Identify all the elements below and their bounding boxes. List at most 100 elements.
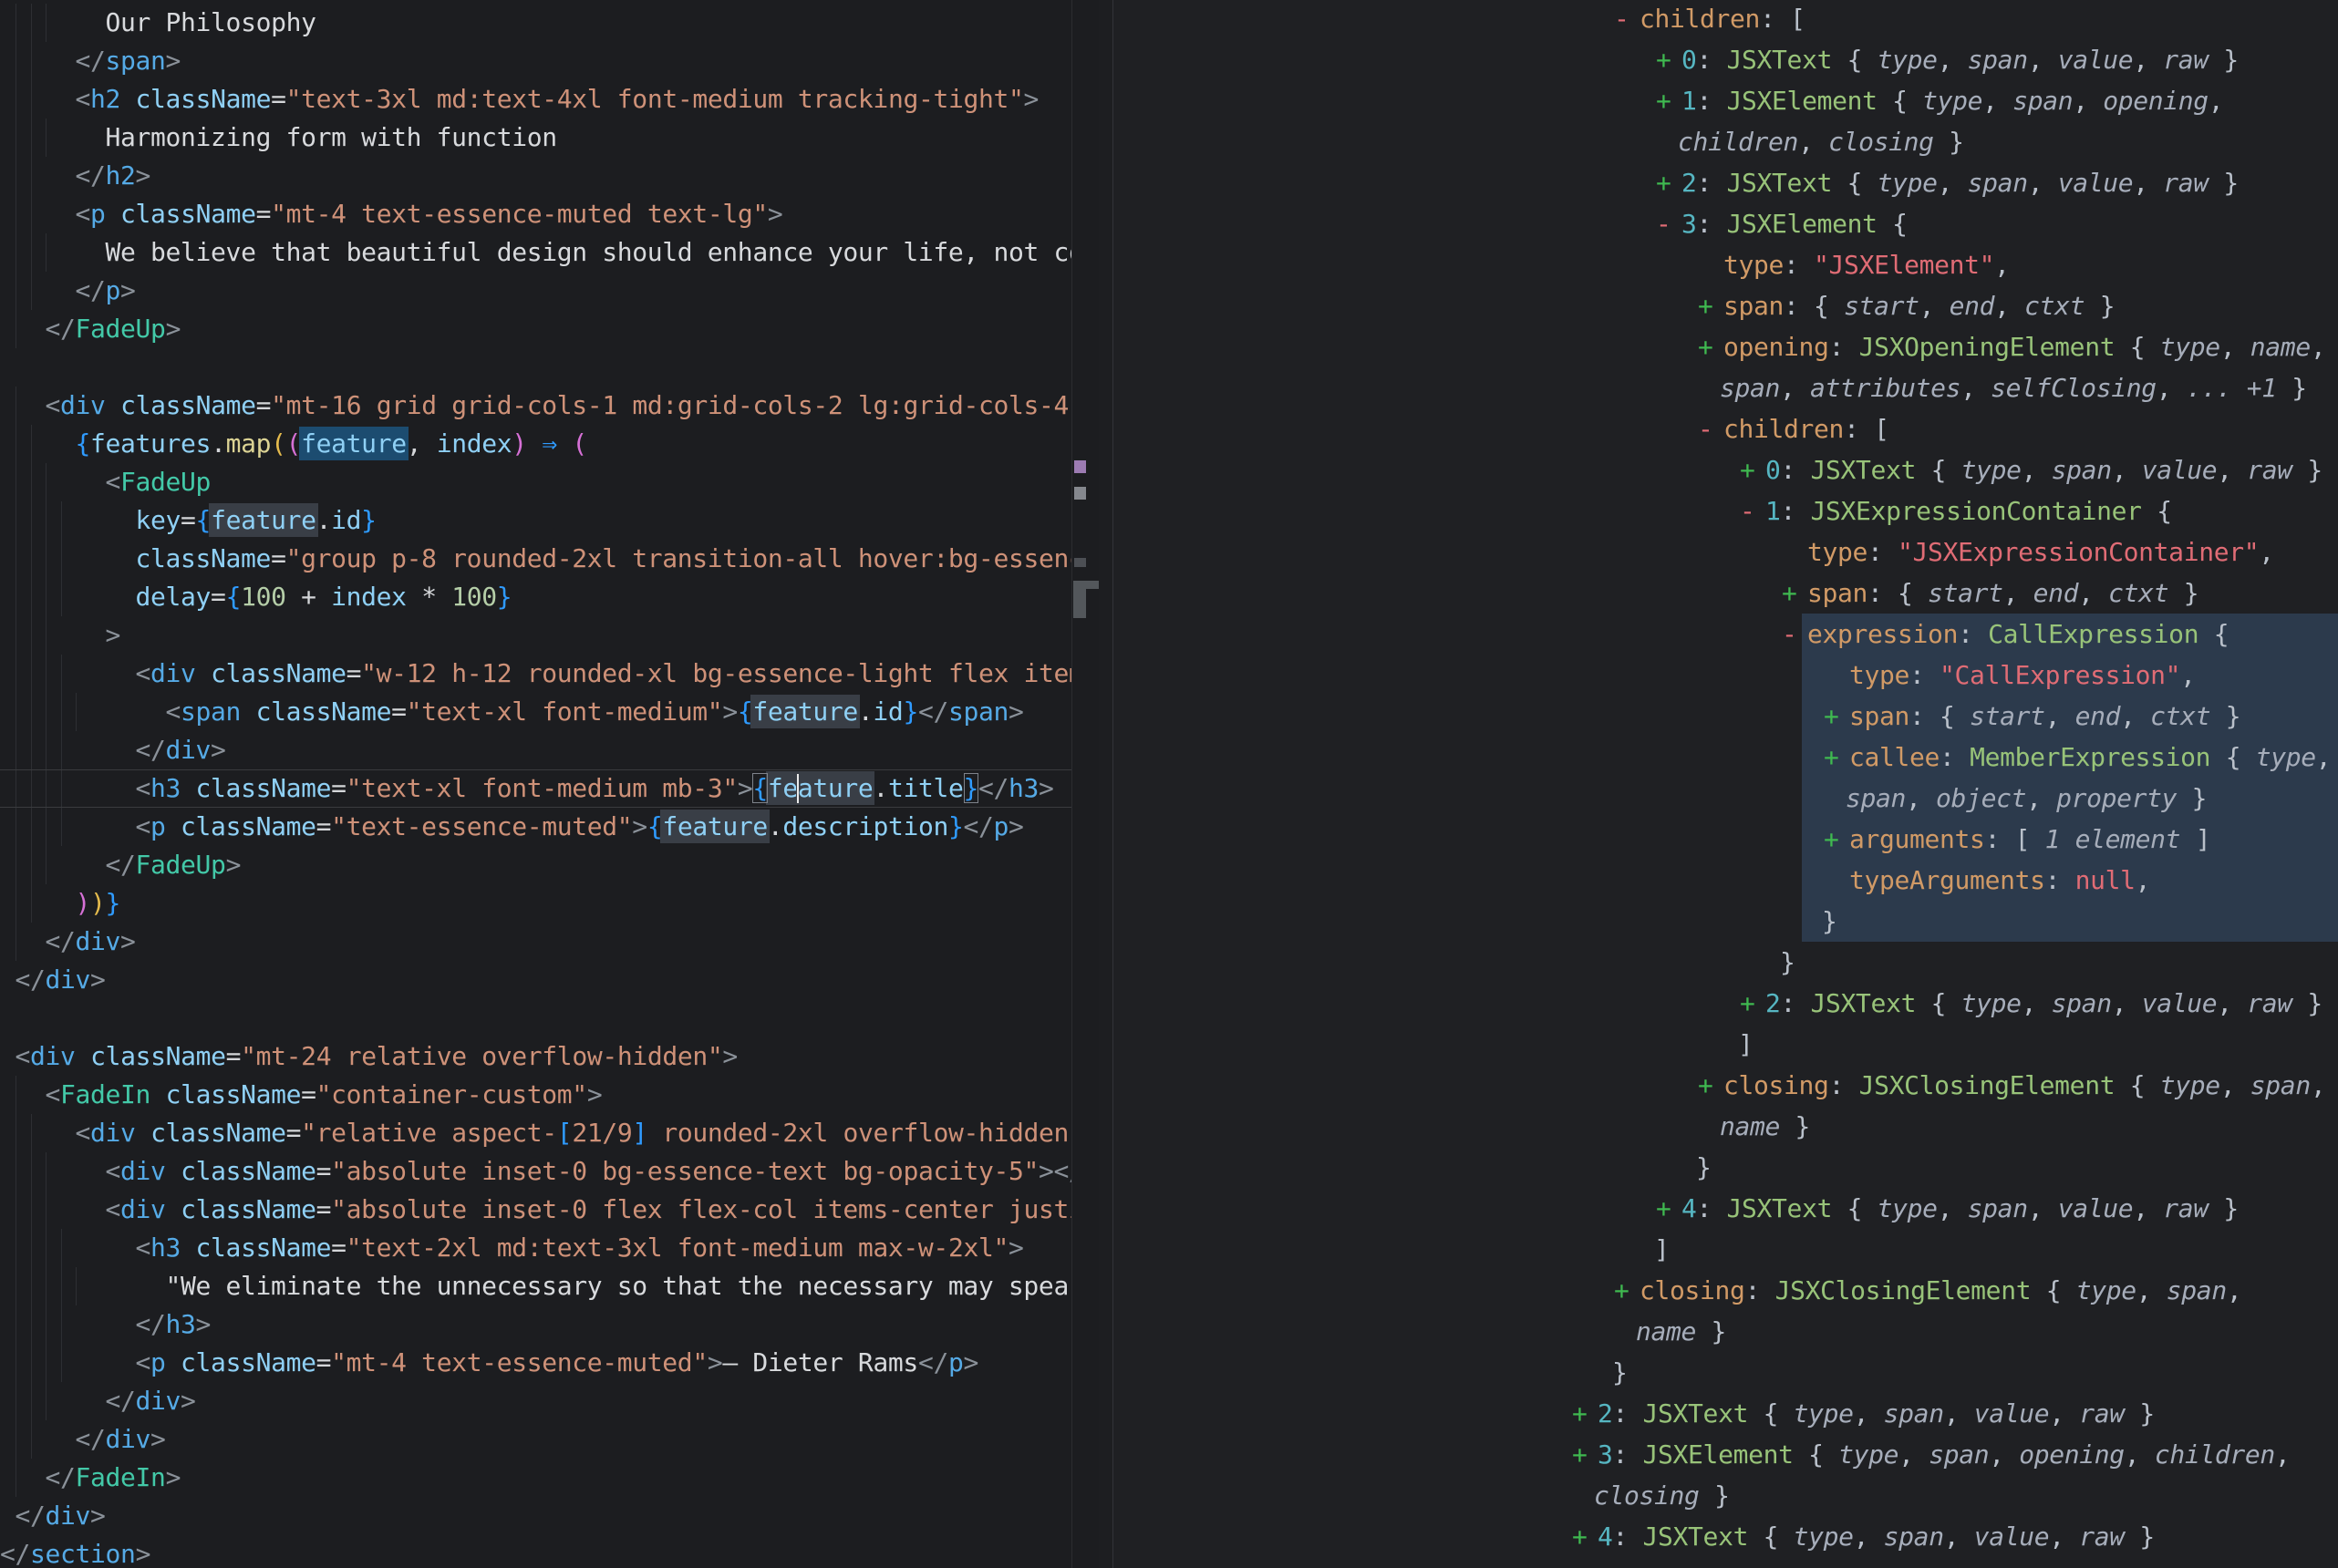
ast-row[interactable]: -1: JSXExpressionContainer {: [1113, 490, 2338, 531]
code-line[interactable]: <span className="text-xl font-medium">{f…: [0, 693, 1071, 731]
code-line[interactable]: </div>: [0, 923, 1071, 961]
ast-row[interactable]: name }: [1113, 1311, 2338, 1352]
code-line[interactable]: <p className="mt-4 text-essence-muted te…: [0, 195, 1071, 233]
ast-tree-panel[interactable]: -children: [+0: JSXText { type, span, va…: [1112, 0, 2338, 1568]
code-line[interactable]: <p className="text-essence-muted">{featu…: [0, 808, 1071, 846]
code-line[interactable]: delay={100 + index * 100}: [0, 578, 1071, 616]
expand-toggle-icon[interactable]: +: [1740, 983, 1765, 1024]
ast-row[interactable]: +0: JSXText { type, span, value, raw }: [1113, 449, 2338, 490]
collapse-toggle-icon[interactable]: -: [1698, 408, 1723, 449]
code-line[interactable]: <h3 className="text-2xl md:text-3xl font…: [0, 1229, 1071, 1267]
code-line[interactable]: "We eliminate the unnecessary so that th…: [0, 1267, 1071, 1305]
expand-toggle-icon[interactable]: +: [1782, 573, 1807, 614]
ast-row[interactable]: +2: JSXText { type, span, value, raw }: [1113, 162, 2338, 203]
code-line[interactable]: </FadeUp>: [0, 310, 1071, 348]
ast-row[interactable]: +1: JSXElement { type, span, opening,: [1113, 80, 2338, 121]
editor-overview-ruler[interactable]: [1071, 0, 1099, 1568]
expand-toggle-icon[interactable]: +: [1824, 737, 1849, 778]
expand-toggle-icon[interactable]: +: [1572, 1434, 1598, 1475]
ast-row[interactable]: }: [1113, 1147, 2338, 1188]
code-line[interactable]: <div className="mt-16 grid grid-cols-1 m…: [0, 387, 1071, 425]
ast-row[interactable]: children, closing }: [1113, 121, 2338, 162]
expand-toggle-icon[interactable]: +: [1656, 1188, 1681, 1229]
code-line[interactable]: </div>: [0, 731, 1071, 769]
code-line[interactable]: >: [0, 616, 1071, 655]
ast-row[interactable]: +arguments: [ 1 element ]: [1113, 819, 2338, 860]
code-line[interactable]: Harmonizing form with function: [0, 119, 1071, 157]
code-line[interactable]: className="group p-8 rounded-2xl transit…: [0, 540, 1071, 578]
expand-toggle-icon[interactable]: +: [1572, 1393, 1598, 1434]
code-line[interactable]: </div>: [0, 961, 1071, 999]
ast-row[interactable]: +span: { start, end, ctxt }: [1113, 285, 2338, 326]
ast-row[interactable]: ]: [1113, 1229, 2338, 1270]
ast-row[interactable]: -children: [: [1113, 0, 2338, 39]
expand-toggle-icon[interactable]: +: [1698, 326, 1723, 367]
expand-toggle-icon[interactable]: +: [1572, 1516, 1598, 1557]
code-line[interactable]: <h2 className="text-3xl md:text-4xl font…: [0, 80, 1071, 119]
collapse-toggle-icon[interactable]: -: [1614, 0, 1640, 39]
expand-toggle-icon[interactable]: +: [1656, 80, 1681, 121]
code-line[interactable]: key={feature.id}: [0, 501, 1071, 540]
ast-row[interactable]: +opening: JSXOpeningElement { type, name…: [1113, 326, 2338, 367]
ast-row[interactable]: +closing: JSXClosingElement { type, span…: [1113, 1065, 2338, 1106]
ast-row[interactable]: -children: [: [1113, 408, 2338, 449]
ast-row[interactable]: +4: JSXText { type, span, value, raw }: [1113, 1516, 2338, 1557]
ast-row[interactable]: -expression: CallExpression {: [1113, 614, 2338, 655]
ast-row[interactable]: ]: [1113, 1024, 2338, 1065]
ast-row[interactable]: }: [1113, 901, 2338, 942]
expand-toggle-icon[interactable]: +: [1698, 285, 1723, 326]
code-line[interactable]: <FadeUp: [0, 463, 1071, 501]
scrollbar-thumb[interactable]: [1073, 581, 1099, 589]
code-line[interactable]: <div className="absolute inset-0 flex fl…: [0, 1191, 1071, 1229]
code-line[interactable]: </span>: [0, 42, 1071, 80]
code-line[interactable]: <FadeIn className="container-custom">: [0, 1076, 1071, 1114]
ast-row[interactable]: }: [1113, 942, 2338, 983]
ast-row[interactable]: +closing: JSXClosingElement { type, span…: [1113, 1270, 2338, 1311]
ast-row[interactable]: +3: JSXElement { type, span, opening, ch…: [1113, 1434, 2338, 1475]
code-line[interactable]: <div className="absolute inset-0 bg-esse…: [0, 1152, 1071, 1191]
expand-toggle-icon[interactable]: +: [1740, 449, 1765, 490]
scrollbar-thumb[interactable]: [1073, 589, 1086, 618]
code-line[interactable]: <div className="relative aspect-[21/9] r…: [0, 1114, 1071, 1152]
expand-toggle-icon[interactable]: +: [1656, 162, 1681, 203]
ast-row[interactable]: +callee: MemberExpression { type,: [1113, 737, 2338, 778]
code-line[interactable]: </h2>: [0, 157, 1071, 195]
code-line[interactable]: </div>: [0, 1497, 1071, 1535]
ast-row[interactable]: +2: JSXText { type, span, value, raw }: [1113, 983, 2338, 1024]
code-line[interactable]: We believe that beautiful design should …: [0, 233, 1071, 272]
code-line[interactable]: ))}: [0, 884, 1071, 923]
ast-row[interactable]: span, object, property }: [1113, 778, 2338, 819]
code-line[interactable]: </FadeIn>: [0, 1459, 1071, 1497]
code-editor-panel[interactable]: Our Philosophy</span><h2 className="text…: [0, 0, 1099, 1568]
code-line[interactable]: <p className="mt-4 text-essence-muted">—…: [0, 1344, 1071, 1382]
collapse-toggle-icon[interactable]: -: [1656, 203, 1681, 244]
ast-row[interactable]: type: "JSXElement",: [1113, 244, 2338, 285]
code-line[interactable]: <h3 className="text-xl font-medium mb-3"…: [0, 769, 1071, 808]
code-line[interactable]: </div>: [0, 1420, 1071, 1459]
code-editor-content[interactable]: Our Philosophy</span><h2 className="text…: [0, 4, 1071, 1568]
ast-row[interactable]: +2: JSXText { type, span, value, raw }: [1113, 1393, 2338, 1434]
ast-row[interactable]: +span: { start, end, ctxt }: [1113, 573, 2338, 614]
expand-toggle-icon[interactable]: +: [1656, 39, 1681, 80]
collapse-toggle-icon[interactable]: -: [1782, 614, 1807, 655]
ast-row[interactable]: closing }: [1113, 1475, 2338, 1516]
ast-row[interactable]: type: "CallExpression",: [1113, 655, 2338, 696]
code-line[interactable]: <div className="w-12 h-12 rounded-xl bg-…: [0, 655, 1071, 693]
ast-row[interactable]: +span: { start, end, ctxt }: [1113, 696, 2338, 737]
code-line[interactable]: </section>: [0, 1535, 1071, 1568]
expand-toggle-icon[interactable]: +: [1698, 1065, 1723, 1106]
code-line[interactable]: <div className="mt-24 relative overflow-…: [0, 1037, 1071, 1076]
code-line[interactable]: {features.map((feature, index) ⇒ (: [0, 425, 1071, 463]
collapse-toggle-icon[interactable]: -: [1740, 490, 1765, 531]
expand-toggle-icon[interactable]: +: [1824, 696, 1849, 737]
code-line[interactable]: </div>: [0, 1382, 1071, 1420]
expand-toggle-icon[interactable]: +: [1824, 819, 1849, 860]
code-line[interactable]: [0, 999, 1071, 1037]
expand-toggle-icon[interactable]: +: [1614, 1270, 1640, 1311]
ast-row[interactable]: +4: JSXText { type, span, value, raw }: [1113, 1188, 2338, 1229]
code-line[interactable]: </FadeUp>: [0, 846, 1071, 884]
ast-row[interactable]: -3: JSXElement {: [1113, 203, 2338, 244]
ast-row[interactable]: }: [1113, 1352, 2338, 1393]
ast-row[interactable]: typeArguments: null,: [1113, 860, 2338, 901]
ast-row[interactable]: name }: [1113, 1106, 2338, 1147]
